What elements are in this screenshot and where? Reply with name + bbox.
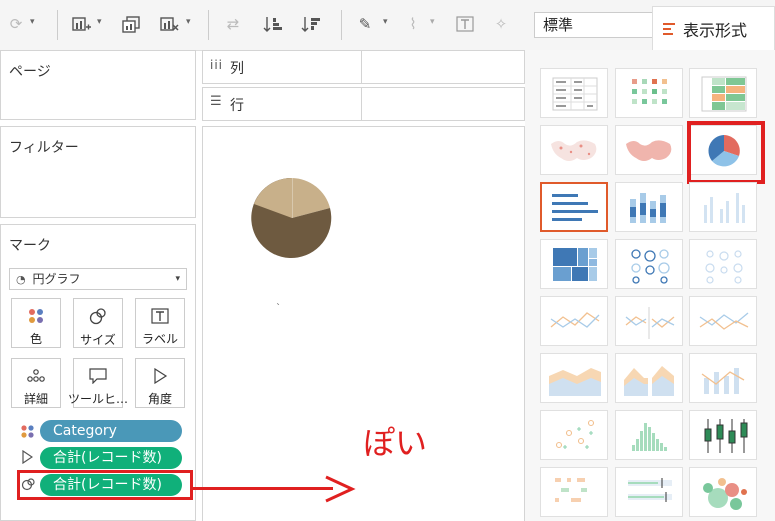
sort-descending-icon[interactable] [300,13,322,35]
size-icon [89,307,107,325]
angle-icon [21,449,34,467]
side-by-side-bar-thumb[interactable] [689,182,757,232]
highlight-table-thumb[interactable] [689,68,757,118]
angle-label: 角度 [147,392,172,406]
chevron-down-icon[interactable]: ▾ [97,17,102,27]
angle-measure-pill[interactable]: 合計(レコード数) [40,447,182,469]
columns-icon: iii [210,58,224,72]
format-select[interactable]: 標準 [534,12,654,38]
line-continuous-thumb[interactable] [540,296,608,346]
label-button[interactable]: ラベル [135,298,185,348]
clear-chart-icon[interactable] [158,13,180,35]
size-label: サイズ [80,333,116,347]
label-icon [151,307,169,324]
pages-title: ページ [9,64,51,80]
columns-shelf[interactable]: iii 列 [202,50,525,84]
line-discrete-thumb[interactable] [615,296,683,346]
detail-button[interactable]: 詳細 [11,358,61,408]
pie-icon: ◔ [16,273,26,286]
refresh-icon[interactable]: ⟳ [5,13,27,35]
circle-views-thumb[interactable] [615,239,683,289]
filled-map-thumb[interactable] [615,125,683,175]
text-table-thumb[interactable] [540,68,608,118]
pin-icon[interactable]: ✧ [490,13,512,35]
sort-ascending-icon[interactable] [262,13,284,35]
color-button[interactable]: 色 [11,298,61,348]
chevron-down-icon[interactable]: ▾ [30,17,35,27]
rows-shelf[interactable]: ☰ 行 [202,87,525,121]
toolbar-divider [57,10,58,40]
chevron-down-icon[interactable]: ▾ [430,17,435,27]
gantt-thumb[interactable] [540,467,608,517]
showme-panel [525,50,775,521]
toolbar-divider [208,10,209,40]
chevron-down-icon[interactable]: ▾ [383,17,388,27]
highlight-icon[interactable]: ✎ [354,13,376,35]
color-dots-icon [20,424,34,441]
mark-type-value: 円グラフ [32,272,81,286]
histogram-thumb[interactable] [615,410,683,460]
mark-type-dropdown[interactable]: ◔ 円グラフ ▾ [9,268,187,290]
scatter-plot-thumb[interactable] [540,410,608,460]
bar-chart-icon [663,22,677,35]
filters-panel[interactable]: フィルター [0,126,196,218]
packed-bubbles-thumb[interactable] [689,467,757,517]
area-continuous-thumb[interactable] [540,353,608,403]
highlight-box [17,470,193,500]
chevron-down-icon[interactable]: ▾ [186,17,191,27]
horizontal-bar-thumb[interactable] [540,182,608,232]
color-label: 色 [29,332,42,346]
area-discrete-thumb[interactable] [615,353,683,403]
attach-icon[interactable]: ⌇ [402,13,424,35]
stray-mark: ` [276,303,281,314]
toolbar: ⟳ ▾ ▾ ▾ ⇄ ✎ ▾ ⌇ ▾ ✧ 標準 表示形式 [0,0,775,51]
showme-tab-label: 表示形式 [683,20,748,40]
chevron-down-icon: ▾ [175,274,180,284]
arrow-head-icon [325,475,356,503]
treemap-thumb[interactable] [540,239,608,289]
rows-label: 行 [230,98,244,114]
showme-tab[interactable]: 表示形式 [652,6,775,50]
pie-chart[interactable] [250,176,334,260]
tooltip-label: ツールヒ… [68,392,129,406]
annotation-text: ぽい [363,424,428,462]
marks-title: マーク [9,238,51,254]
tooltip-button[interactable]: ツールヒ… [68,358,128,408]
shelf-divider [361,51,362,83]
filters-title: フィルター [9,140,79,156]
symbol-map-thumb[interactable] [540,125,608,175]
swap-icon[interactable]: ⇄ [222,13,244,35]
rows-icon: ☰ [210,94,222,109]
add-chart-icon[interactable] [70,13,92,35]
category-pill[interactable]: Category [40,420,182,442]
dual-combination-thumb[interactable] [689,353,757,403]
duplicate-icon[interactable] [120,13,142,35]
toolbar-divider [341,10,342,40]
pages-panel[interactable]: ページ [0,50,196,120]
shelf-divider [361,88,362,120]
bullet-graph-thumb[interactable] [615,467,683,517]
text-box-icon[interactable] [454,13,476,35]
size-button[interactable]: サイズ [73,298,123,348]
stacked-bar-thumb[interactable] [615,182,683,232]
selected-highlight-box [687,121,765,184]
columns-label: 列 [230,61,244,77]
angle-icon [152,367,168,384]
dual-line-thumb[interactable] [689,296,757,346]
detail-icon [26,367,46,384]
heatmap-thumb[interactable] [615,68,683,118]
box-plot-thumb[interactable] [689,410,757,460]
annotation-arrow-line [193,487,333,490]
side-by-side-circles-thumb[interactable] [689,239,757,289]
angle-button[interactable]: 角度 [135,358,185,408]
tooltip-icon [89,367,107,384]
label-label: ラベル [141,332,178,346]
detail-label: 詳細 [23,392,48,406]
color-dots-icon [28,307,44,324]
